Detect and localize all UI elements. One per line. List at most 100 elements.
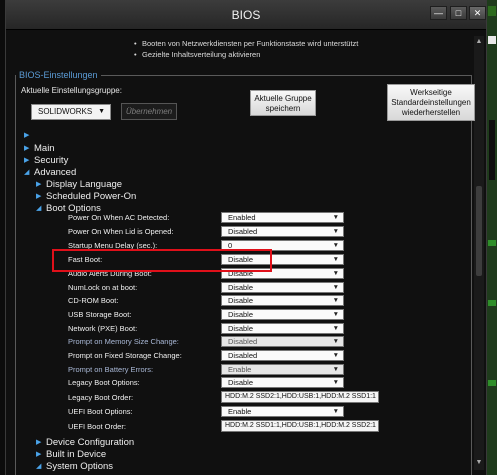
tree-item-label: Scheduled Power-On [46, 191, 137, 202]
setting-value: Disable [228, 324, 254, 333]
setting-dropdown[interactable]: Enabled ▼ [221, 212, 344, 223]
chevron-down-icon: ▼ [332, 325, 339, 332]
chevron-down-icon: ▼ [332, 256, 339, 263]
setting-value: Disable [228, 378, 254, 387]
setting-dropdown[interactable]: Disabled ▼ [221, 336, 344, 347]
collapse-arrow-icon[interactable] [24, 167, 29, 179]
tree-item-label: Built in Device [46, 449, 107, 460]
chevron-down-icon: ▼ [332, 297, 339, 304]
tree-item-label: Display Language [46, 179, 123, 190]
vertical-scrollbar[interactable]: ▲ ▼ [474, 36, 484, 470]
setting-value: Disabled [228, 351, 258, 360]
boot-order-field[interactable]: HDD:M.2 SSD2:1,HDD:USB:1,HDD:M.2 SSD1:1 [221, 391, 379, 403]
maximize-button[interactable]: □ [450, 6, 467, 20]
settings-tree: Main Security Advanced Display Language … [18, 130, 473, 475]
tree-item-label: System Options [46, 461, 114, 472]
tree-item-label: Device Configuration [46, 437, 135, 448]
setting-label: Prompt on Memory Size Change: [68, 337, 179, 346]
setting-dropdown[interactable]: Disabled ▼ [221, 226, 344, 237]
setting-label: Network (PXE) Boot: [68, 324, 138, 333]
setting-label: Legacy Boot Order: [68, 393, 134, 402]
setting-dropdown[interactable]: Enable ▼ [221, 364, 344, 375]
maximize-icon: □ [455, 8, 462, 18]
window-title: BIOS [231, 8, 261, 22]
setting-label: Prompt on Battery Errors: [68, 365, 154, 374]
setting-dropdown[interactable]: Disabled ▼ [221, 350, 344, 361]
expand-arrow-icon[interactable] [36, 191, 41, 203]
settings-group-select[interactable]: SOLIDWORKS ▼ [31, 104, 111, 120]
collapse-arrow-icon[interactable] [36, 461, 41, 473]
setting-dropdown[interactable]: Disable ▼ [221, 377, 344, 388]
scroll-down-icon[interactable]: ▼ [475, 459, 483, 467]
restore-defaults-label-line1: Werkseitige [410, 88, 452, 97]
setting-value: Disabled [228, 337, 258, 346]
setting-value: Disable [228, 283, 254, 292]
apply-button[interactable]: Übernehmen [121, 103, 177, 120]
chevron-down-icon: ▼ [332, 379, 339, 386]
setting-dropdown[interactable]: Disable ▼ [221, 309, 344, 320]
chevron-down-icon: ▼ [332, 242, 339, 249]
setting-label: NumLock on at boot: [68, 283, 138, 292]
save-group-button[interactable]: Aktuelle Gruppe speichern [250, 90, 316, 116]
settings-group-value: SOLIDWORKS [38, 107, 93, 116]
info-line: Gezielte Inhaltsverteilung aktivieren [134, 50, 260, 60]
chevron-down-icon: ▼ [332, 228, 339, 235]
info-line: Booten von Netzwerkdiensten per Funktion… [134, 39, 358, 49]
setting-dropdown[interactable]: Disable ▼ [221, 323, 344, 334]
setting-value: Enabled [228, 213, 256, 222]
restore-defaults-label-line3: wiederherstellen [401, 108, 461, 117]
settings-group-title: BIOS-Einstellungen [16, 69, 101, 81]
setting-label: UEFI Boot Options: [68, 407, 133, 416]
boot-order-field[interactable]: HDD:M.2 SSD1:1,HDD:USB:1,HDD:M.2 SSD2:1 [221, 420, 379, 432]
chevron-down-icon: ▼ [332, 270, 339, 277]
boot-order-value: HDD:M.2 SSD2:1,HDD:USB:1,HDD:M.2 SSD1:1 [225, 393, 376, 400]
expand-arrow-icon[interactable] [36, 449, 41, 461]
setting-dropdown[interactable]: Disable ▼ [221, 282, 344, 293]
tree-item-label: Security [34, 155, 69, 166]
setting-label: Prompt on Fixed Storage Change: [68, 351, 182, 360]
setting-label: CD-ROM Boot: [68, 296, 119, 305]
minimize-button[interactable]: — [430, 6, 447, 20]
setting-label: Power On When Lid is Opened: [68, 227, 174, 236]
screen: BIOS — □ ✕ Booten von Netzwerkdiensten p… [0, 0, 497, 475]
bios-window: BIOS — □ ✕ Booten von Netzwerkdiensten p… [5, 0, 487, 475]
collapse-arrow-icon[interactable] [36, 203, 41, 215]
info-panel: Booten von Netzwerkdiensten per Funktion… [16, 37, 468, 63]
restore-defaults-button[interactable]: Werkseitige Standardeinstellungen wieder… [387, 84, 475, 121]
save-group-label-line1: Aktuelle Gruppe [254, 94, 312, 103]
setting-dropdown[interactable]: Enable ▼ [221, 406, 344, 417]
scrollbar-thumb[interactable] [476, 186, 482, 276]
setting-value: Enable [228, 365, 252, 374]
tree-item-label: Main [34, 143, 55, 154]
chevron-down-icon: ▼ [332, 311, 339, 318]
expand-arrow-icon[interactable] [24, 155, 29, 167]
setting-dropdown[interactable]: Disable ▼ [221, 295, 344, 306]
scroll-up-icon[interactable]: ▲ [475, 38, 483, 46]
minimize-icon: — [434, 8, 443, 18]
save-group-label-line2: speichern [265, 104, 301, 113]
chevron-down-icon: ▼ [332, 338, 339, 345]
chevron-down-icon: ▼ [98, 108, 105, 115]
setting-value: Disabled [228, 227, 258, 236]
current-group-label: Aktuelle Einstellungsgruppe: [21, 86, 122, 95]
setting-label: UEFI Boot Order: [68, 422, 126, 431]
close-button[interactable]: ✕ [469, 6, 486, 20]
expand-arrow-icon[interactable] [24, 130, 29, 142]
setting-label: Power On When AC Detected: [68, 213, 170, 222]
desktop-background-right [486, 0, 497, 475]
setting-value: Enable [228, 407, 252, 416]
chevron-down-icon: ▼ [332, 352, 339, 359]
boot-order-value: HDD:M.2 SSD1:1,HDD:USB:1,HDD:M.2 SSD2:1 [225, 422, 376, 429]
expand-arrow-icon[interactable] [36, 179, 41, 191]
title-bar[interactable]: BIOS — □ ✕ [6, 0, 486, 30]
chevron-down-icon: ▼ [332, 284, 339, 291]
chevron-down-icon: ▼ [332, 366, 339, 373]
expand-arrow-icon[interactable] [24, 143, 29, 155]
close-icon: ✕ [473, 8, 482, 18]
setting-label: USB Storage Boot: [68, 310, 132, 319]
restore-defaults-label-line2: Standardeinstellungen [391, 98, 471, 107]
tree-item-label: Advanced [34, 167, 77, 178]
highlight-box [52, 249, 272, 272]
chevron-down-icon: ▼ [332, 408, 339, 415]
expand-arrow-icon[interactable] [36, 437, 41, 449]
